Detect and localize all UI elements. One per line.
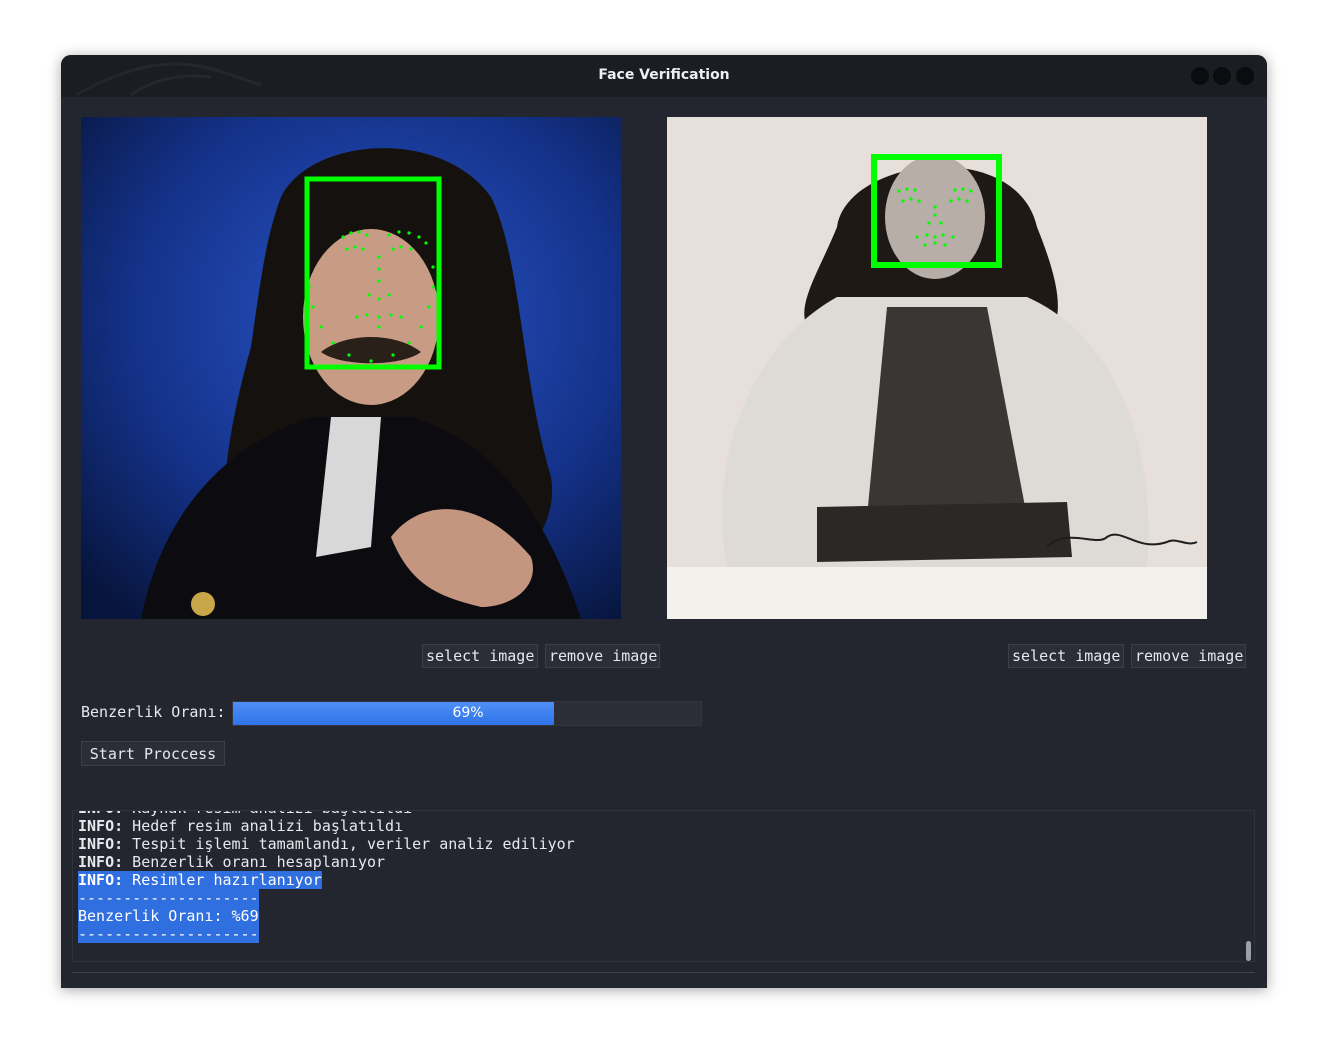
log-prefix: INFO:: [78, 817, 124, 835]
log-prefix: INFO:: [78, 871, 124, 889]
close-button[interactable]: [1236, 67, 1254, 85]
log-text: Kaynak resim analizi başlatıldı: [123, 811, 412, 817]
log-line: --------------------: [78, 925, 575, 943]
log-text: Benzerlik Oranı: %69: [78, 907, 259, 925]
log-text: Tespit işlemi tamamlandı, veriler analiz…: [123, 835, 575, 853]
log-line: INFO: Resimler hazırlanıyor: [78, 871, 575, 889]
log-output[interactable]: INFO: Kaynak resim analizi başlatıldıINF…: [72, 810, 1255, 962]
left-select-image-button[interactable]: select image: [422, 644, 538, 668]
log-prefix: INFO:: [78, 853, 124, 871]
right-remove-image-button[interactable]: remove image: [1131, 644, 1246, 668]
progress-text: 69%: [452, 705, 484, 721]
similarity-progress-bar: 69%: [232, 701, 702, 726]
window-title: Face Verification: [598, 67, 730, 83]
log-line: Benzerlik Oranı: %69: [78, 907, 575, 925]
minimize-button[interactable]: [1191, 67, 1209, 85]
log-line: --------------------: [78, 889, 575, 907]
log-line: INFO: Tespit işlemi tamamlandı, veriler …: [78, 835, 575, 853]
right-select-image-button[interactable]: select image: [1008, 644, 1124, 668]
similarity-label: Benzerlik Oranı:: [81, 703, 226, 721]
log-scrollbar[interactable]: [1246, 941, 1251, 961]
status-divider: [72, 972, 1255, 973]
left-remove-image-button[interactable]: remove image: [545, 644, 660, 668]
log-text: Resimler hazırlanıyor: [123, 871, 322, 889]
log-text: --------------------: [78, 889, 259, 907]
app-window: Face Verification select image remove im…: [61, 55, 1267, 988]
start-process-button[interactable]: Start Proccess: [81, 741, 225, 766]
log-prefix: INFO:: [78, 835, 124, 853]
title-bar[interactable]: Face Verification: [61, 55, 1267, 97]
log-lines: INFO: Kaynak resim analizi başlatıldıINF…: [78, 811, 575, 943]
log-line: INFO: Hedef resim analizi başlatıldı: [78, 817, 575, 835]
log-line: INFO: Kaynak resim analizi başlatıldı: [78, 811, 575, 817]
maximize-button[interactable]: [1213, 67, 1231, 85]
log-text: Hedef resim analizi başlatıldı: [123, 817, 404, 835]
log-text: Benzerlik oranı hesaplanıyor: [123, 853, 386, 871]
target-face-image: [667, 117, 1207, 619]
log-line: INFO: Benzerlik oranı hesaplanıyor: [78, 853, 575, 871]
source-face-image: [81, 117, 621, 619]
log-text: --------------------: [78, 925, 259, 943]
log-prefix: INFO:: [78, 811, 123, 817]
